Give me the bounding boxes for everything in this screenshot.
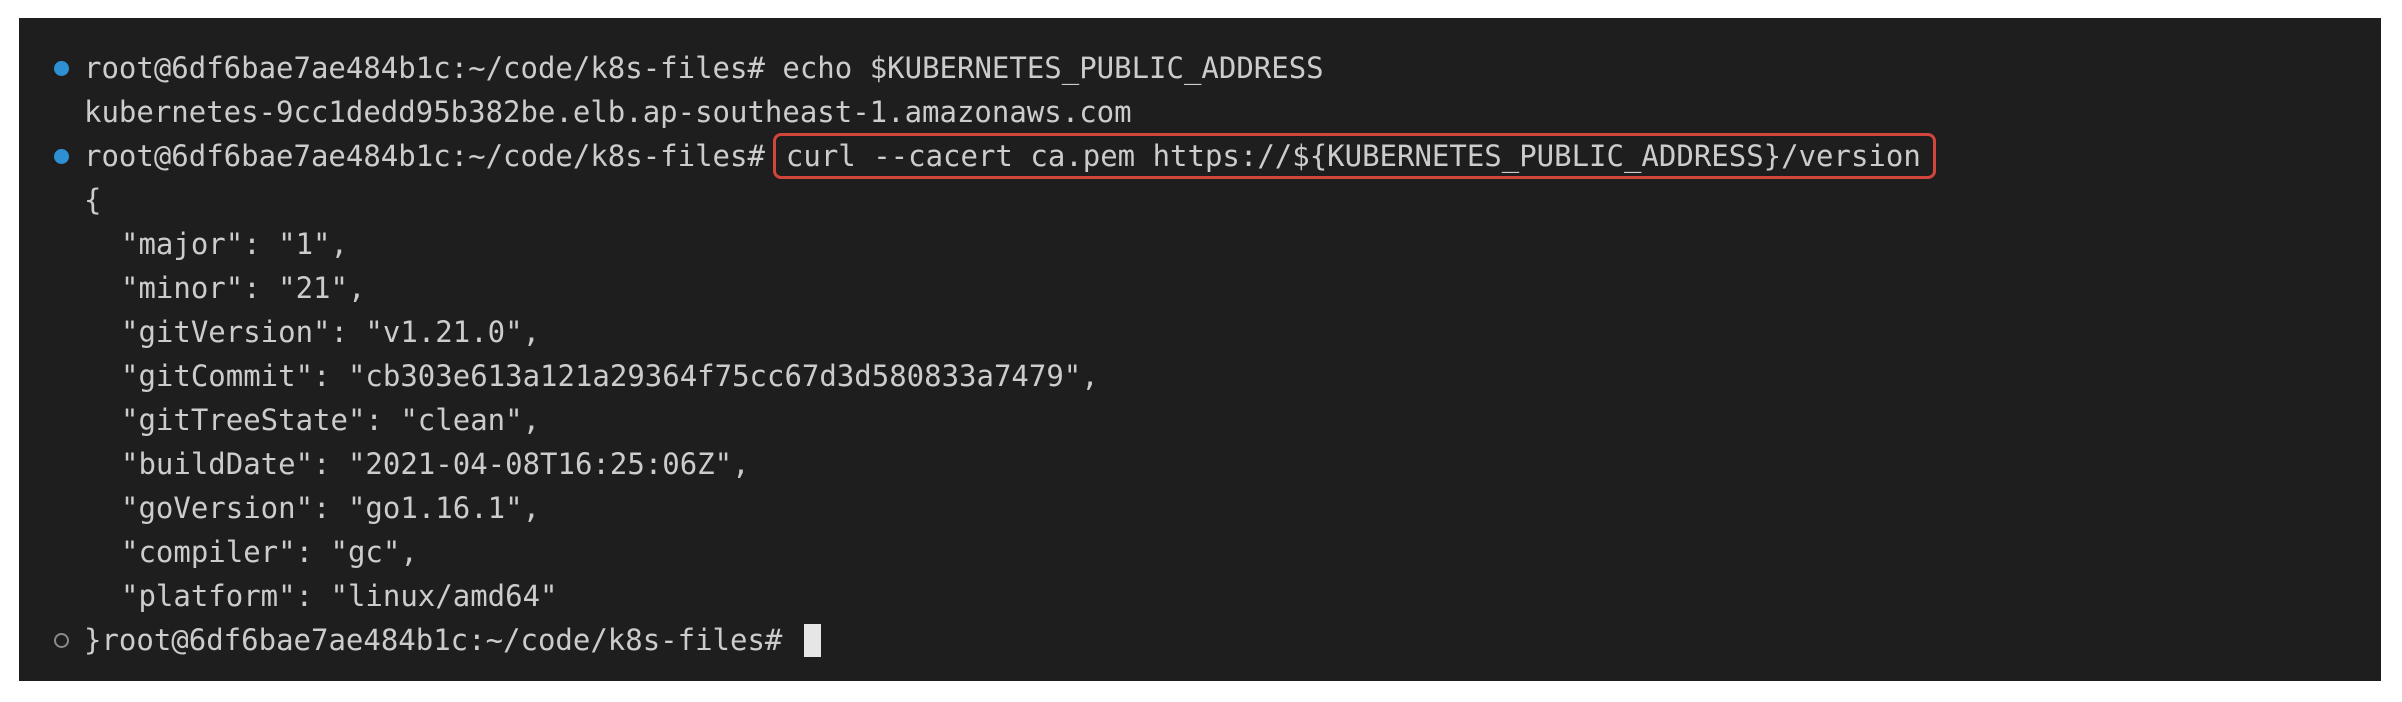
- terminal-line: "gitTreeState": "clean",: [19, 398, 2381, 442]
- command-success-decoration[interactable]: [54, 149, 69, 164]
- command-output: kubernetes-9cc1dedd95b382be.elb.ap-south…: [84, 95, 1132, 129]
- terminal-line: root@6df6bae7ae484b1c:~/code/k8s-files# c…: [19, 133, 2381, 179]
- shell-prompt: root@6df6bae7ae484b1c:~/code/k8s-files#: [101, 623, 783, 657]
- command-entry: root@6df6bae7ae484b1c:~/code/k8s-files# c…: [84, 133, 1936, 179]
- terminal-line: "compiler": "gc",: [19, 530, 2381, 574]
- terminal-line: "gitCommit": "cb303e613a121a29364f75cc67…: [19, 354, 2381, 398]
- terminal-line: }root@6df6bae7ae484b1c:~/code/k8s-files#: [19, 618, 2381, 662]
- json-line: "goVersion": "go1.16.1",: [121, 491, 541, 525]
- command-entry: }root@6df6bae7ae484b1c:~/code/k8s-files#: [84, 618, 821, 662]
- json-line: "buildDate": "2021-04-08T16:25:06Z",: [121, 447, 750, 481]
- terminal-line: kubernetes-9cc1dedd95b382be.elb.ap-south…: [19, 90, 2381, 134]
- json-line: "platform": "linux/amd64": [121, 579, 558, 613]
- terminal-cursor[interactable]: [803, 624, 821, 657]
- terminal-output: root@6df6bae7ae484b1c:~/code/k8s-files# …: [19, 46, 2381, 662]
- json-line: "gitTreeState": "clean",: [121, 403, 541, 437]
- highlighted-command: curl --cacert ca.pem https://${KUBERNETE…: [772, 133, 1936, 179]
- shell-prompt: root@6df6bae7ae484b1c:~/code/k8s-files#: [84, 51, 765, 85]
- shell-prompt: root@6df6bae7ae484b1c:~/code/k8s-files#: [84, 139, 765, 173]
- terminal-panel[interactable]: root@6df6bae7ae484b1c:~/code/k8s-files# …: [19, 18, 2381, 681]
- json-line: "gitCommit": "cb303e613a121a29364f75cc67…: [121, 359, 1099, 393]
- json-line: "minor": "21",: [121, 271, 366, 305]
- json-line: "major": "1",: [121, 227, 348, 261]
- terminal-line: "gitVersion": "v1.21.0",: [19, 310, 2381, 354]
- json-brace-close: }: [84, 623, 102, 657]
- terminal-line: "major": "1",: [19, 222, 2381, 266]
- terminal-line: "goVersion": "go1.16.1",: [19, 486, 2381, 530]
- command-pending-decoration[interactable]: [54, 633, 69, 648]
- command-success-decoration[interactable]: [54, 61, 69, 76]
- command-entry: root@6df6bae7ae484b1c:~/code/k8s-files# …: [84, 46, 1324, 90]
- terminal-line: "buildDate": "2021-04-08T16:25:06Z",: [19, 442, 2381, 486]
- terminal-line: {: [19, 178, 2381, 222]
- terminal-line: "minor": "21",: [19, 266, 2381, 310]
- json-line: "gitVersion": "v1.21.0",: [121, 315, 541, 349]
- json-brace-open: {: [84, 183, 102, 217]
- command-text: echo $KUBERNETES_PUBLIC_ADDRESS: [782, 51, 1324, 85]
- json-line: "compiler": "gc",: [121, 535, 418, 569]
- terminal-line: root@6df6bae7ae484b1c:~/code/k8s-files# …: [19, 46, 2381, 90]
- terminal-line: "platform": "linux/amd64": [19, 574, 2381, 618]
